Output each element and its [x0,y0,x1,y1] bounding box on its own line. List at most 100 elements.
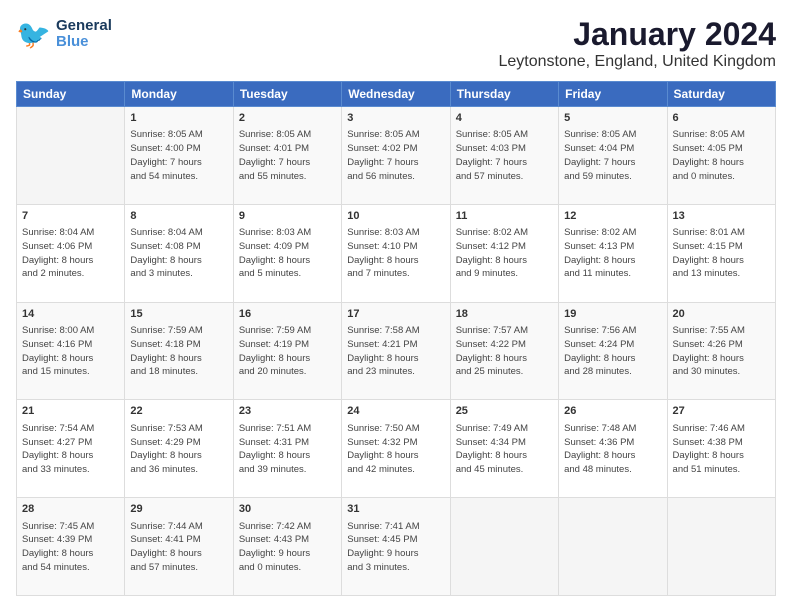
calendar-cell: 15Sunrise: 7:59 AMSunset: 4:18 PMDayligh… [125,302,233,400]
calendar-day-header: Friday [559,82,667,107]
calendar-week-row: 21 Sunrise: 7:54 AMSunset: 4:27 PMDayligh… [17,400,776,498]
day-number: 5 [564,111,661,126]
day-number: 8 [130,209,227,224]
day-number: 6 [673,111,770,126]
calendar-cell: 3Sunrise: 8:05 AMSunset: 4:02 PMDaylight… [342,107,450,205]
calendar-cell: 17Sunrise: 7:58 AMSunset: 4:21 PMDayligh… [342,302,450,400]
day-number: 21 [22,404,119,419]
svg-text:🐦: 🐦 [16,19,51,50]
day-number: 27 [673,404,770,419]
calendar-week-row: 28Sunrise: 7:45 AMSunset: 4:39 PMDayligh… [17,498,776,596]
calendar-week-row: 7 Sunrise: 8:04 AMSunset: 4:06 PMDaylight… [17,204,776,302]
day-info: Sunrise: 7:49 AMSunset: 4:34 PMDaylight:… [456,422,553,477]
logo-bird-icon: 🐦 [16,16,52,52]
calendar-cell: 13Sunrise: 8:01 AMSunset: 4:15 PMDayligh… [667,204,775,302]
day-info: Sunrise: 8:05 AMSunset: 4:03 PMDaylight:… [456,128,553,183]
calendar-cell: 25 Sunrise: 7:49 AMSunset: 4:34 PMDayligh… [450,400,558,498]
day-number: 25 [456,404,553,419]
calendar-header-row: SundayMondayTuesdayWednesdayThursdayFrid… [17,82,776,107]
day-info: Sunrise: 8:02 AMSunset: 4:13 PMDaylight:… [564,226,661,281]
day-info: Sunrise: 7:46 AMSunset: 4:38 PMDaylight:… [673,422,770,477]
title-block: January 2024 Leytonstone, England, Unite… [498,16,776,71]
day-info: Sunrise: 7:55 AMSunset: 4:26 PMDaylight:… [673,324,770,379]
calendar-cell: 29 Sunrise: 7:44 AMSunset: 4:41 PMDayligh… [125,498,233,596]
calendar-week-row: 14 Sunrise: 8:00 AMSunset: 4:16 PMDayligh… [17,302,776,400]
calendar-cell: 28Sunrise: 7:45 AMSunset: 4:39 PMDayligh… [17,498,125,596]
calendar-cell: 22Sunrise: 7:53 AMSunset: 4:29 PMDayligh… [125,400,233,498]
logo: 🐦 General Blue [16,16,112,52]
calendar-cell: 5 Sunrise: 8:05 AMSunset: 4:04 PMDaylight… [559,107,667,205]
day-number: 2 [239,111,336,126]
day-info: Sunrise: 7:48 AMSunset: 4:36 PMDaylight:… [564,422,661,477]
day-number: 7 [22,209,119,224]
day-info: Sunrise: 7:54 AMSunset: 4:27 PMDaylight:… [22,422,119,477]
day-info: Sunrise: 8:00 AMSunset: 4:16 PMDaylight:… [22,324,119,379]
day-number: 22 [130,404,227,419]
calendar-cell: 18 Sunrise: 7:57 AMSunset: 4:22 PMDayligh… [450,302,558,400]
day-info: Sunrise: 7:51 AMSunset: 4:31 PMDaylight:… [239,422,336,477]
calendar-cell [450,498,558,596]
day-info: Sunrise: 7:50 AMSunset: 4:32 PMDaylight:… [347,422,444,477]
calendar-cell: 1Sunrise: 8:05 AMSunset: 4:00 PMDaylight… [125,107,233,205]
day-number: 19 [564,307,661,322]
day-info: Sunrise: 8:02 AMSunset: 4:12 PMDaylight:… [456,226,553,281]
day-number: 14 [22,307,119,322]
day-info: Sunrise: 8:03 AMSunset: 4:10 PMDaylight:… [347,226,444,281]
calendar-cell: 20 Sunrise: 7:55 AMSunset: 4:26 PMDayligh… [667,302,775,400]
day-number: 1 [130,111,227,126]
calendar-cell: 6 Sunrise: 8:05 AMSunset: 4:05 PMDaylight… [667,107,775,205]
day-info: Sunrise: 8:04 AMSunset: 4:06 PMDaylight:… [22,226,119,281]
day-info: Sunrise: 8:05 AMSunset: 4:02 PMDaylight:… [347,128,444,183]
day-info: Sunrise: 7:57 AMSunset: 4:22 PMDaylight:… [456,324,553,379]
calendar-cell: 27 Sunrise: 7:46 AMSunset: 4:38 PMDayligh… [667,400,775,498]
day-info: Sunrise: 7:45 AMSunset: 4:39 PMDaylight:… [22,520,119,575]
day-number: 23 [239,404,336,419]
subtitle: Leytonstone, England, United Kingdom [498,53,776,71]
day-info: Sunrise: 7:44 AMSunset: 4:41 PMDaylight:… [130,520,227,575]
day-number: 24 [347,404,444,419]
calendar-cell: 8Sunrise: 8:04 AMSunset: 4:08 PMDaylight… [125,204,233,302]
day-number: 10 [347,209,444,224]
calendar-week-row: 1Sunrise: 8:05 AMSunset: 4:00 PMDaylight… [17,107,776,205]
day-number: 12 [564,209,661,224]
calendar-cell [559,498,667,596]
calendar-cell: 30 Sunrise: 7:42 AMSunset: 4:43 PMDayligh… [233,498,341,596]
calendar-cell: 14 Sunrise: 8:00 AMSunset: 4:16 PMDayligh… [17,302,125,400]
calendar-cell: 2 Sunrise: 8:05 AMSunset: 4:01 PMDaylight… [233,107,341,205]
day-info: Sunrise: 7:41 AMSunset: 4:45 PMDaylight:… [347,520,444,575]
day-info: Sunrise: 7:42 AMSunset: 4:43 PMDaylight:… [239,520,336,575]
calendar-cell: 16 Sunrise: 7:59 AMSunset: 4:19 PMDayligh… [233,302,341,400]
day-number: 18 [456,307,553,322]
calendar-table: SundayMondayTuesdayWednesdayThursdayFrid… [16,81,776,596]
calendar-day-header: Saturday [667,82,775,107]
day-info: Sunrise: 8:03 AMSunset: 4:09 PMDaylight:… [239,226,336,281]
calendar-cell: 7 Sunrise: 8:04 AMSunset: 4:06 PMDaylight… [17,204,125,302]
header: 🐦 General Blue January 2024 Leytonstone,… [16,16,776,71]
calendar-day-header: Thursday [450,82,558,107]
day-info: Sunrise: 8:05 AMSunset: 4:01 PMDaylight:… [239,128,336,183]
calendar-cell: 26Sunrise: 7:48 AMSunset: 4:36 PMDayligh… [559,400,667,498]
day-number: 16 [239,307,336,322]
calendar-cell [667,498,775,596]
calendar-cell [17,107,125,205]
calendar-cell: 9 Sunrise: 8:03 AMSunset: 4:09 PMDaylight… [233,204,341,302]
day-number: 31 [347,502,444,517]
day-number: 30 [239,502,336,517]
page: 🐦 General Blue January 2024 Leytonstone,… [0,0,792,612]
logo-general-text: General [56,18,112,35]
main-title: January 2024 [498,16,776,53]
calendar-cell: 23 Sunrise: 7:51 AMSunset: 4:31 PMDayligh… [233,400,341,498]
calendar-cell: 24 Sunrise: 7:50 AMSunset: 4:32 PMDayligh… [342,400,450,498]
day-info: Sunrise: 8:05 AMSunset: 4:04 PMDaylight:… [564,128,661,183]
day-info: Sunrise: 7:59 AMSunset: 4:19 PMDaylight:… [239,324,336,379]
calendar-cell: 12 Sunrise: 8:02 AMSunset: 4:13 PMDayligh… [559,204,667,302]
calendar-cell: 4Sunrise: 8:05 AMSunset: 4:03 PMDaylight… [450,107,558,205]
day-info: Sunrise: 7:56 AMSunset: 4:24 PMDaylight:… [564,324,661,379]
day-number: 9 [239,209,336,224]
logo-blue-text: Blue [56,34,112,51]
day-number: 20 [673,307,770,322]
calendar-day-header: Sunday [17,82,125,107]
day-info: Sunrise: 8:05 AMSunset: 4:05 PMDaylight:… [673,128,770,183]
day-number: 13 [673,209,770,224]
day-number: 29 [130,502,227,517]
